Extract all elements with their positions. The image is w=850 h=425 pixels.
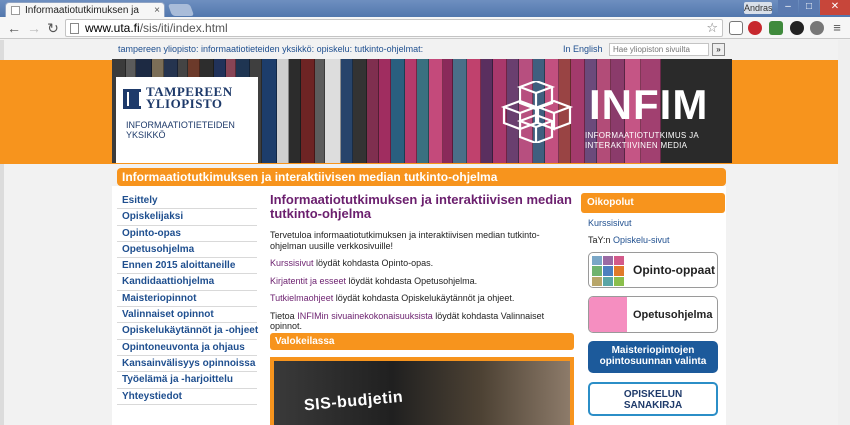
program-title-bar: Informaatiotutkimuksen ja interaktiivise… <box>117 168 726 186</box>
nav-item-opintoneuvonta[interactable]: Opintoneuvonta ja ohjaus <box>117 340 257 356</box>
sivuaine-link[interactable]: INFIMin sivuainekokonaisuuksista <box>297 311 433 321</box>
nav-item-opinto-opas[interactable]: Opinto-opas <box>117 226 257 242</box>
info-kurssisivut: Kurssisivut löydät kohdasta Opinto-opas. <box>270 258 434 268</box>
spotlight-header: Valokeilassa <box>270 333 574 350</box>
nav-item-yhteystiedot[interactable]: Yhteystiedot <box>117 389 257 405</box>
program-title: Informaatiotutkimuksen ja interaktiivise… <box>122 170 498 184</box>
site-search-input[interactable] <box>609 43 709 56</box>
shortcuts-title: Oikopolut <box>587 197 634 208</box>
spotlight-image-frame[interactable]: SIS-budjetin <box>270 357 574 425</box>
info-sivuaine: Tietoa INFIMin sivuainekokonaisuuksista … <box>270 310 545 332</box>
maisteri-label-1: Maisteriopintojen <box>611 345 695 356</box>
menu-icon[interactable]: ≡ <box>829 20 845 36</box>
nav-item-kansainvalisyys[interactable]: Kansainvälisyys opinnoissa <box>117 356 257 373</box>
close-icon[interactable]: × <box>150 5 164 16</box>
url-path: /sis/iti/index.html <box>139 21 228 35</box>
maximize-button[interactable]: □ <box>799 0 819 15</box>
pink-block-icon <box>589 297 627 332</box>
new-tab-button[interactable] <box>167 4 195 16</box>
page-icon <box>11 5 20 15</box>
university-name: TAMPEREEN YLIOPISTO <box>146 84 233 111</box>
university-logo[interactable]: TAMPEREEN YLIOPISTO INFORMAATIOTIETEIDEN… <box>116 77 258 163</box>
info-kirjatentit: Kirjatentit ja esseet löydät kohdasta Op… <box>270 275 478 286</box>
info-tutkielma: Tutkielmaohjeet löydät kohdasta Opiskelu… <box>270 293 515 303</box>
extension-grey-icon[interactable] <box>810 21 824 35</box>
browser-toolbar: ← → ↻ www.uta.fi/sis/iti/index.html ☆ ≡ <box>0 17 850 39</box>
maisteriopinnot-button[interactable]: Maisteriopintojen opintosuunnan valinta <box>588 341 718 373</box>
shortcuts-header: Oikopolut <box>581 193 725 213</box>
back-button[interactable]: ← <box>6 20 22 36</box>
window-close-button[interactable]: ✕ <box>820 0 850 15</box>
opinto-oppaat-label: Opinto-oppaat <box>633 263 715 277</box>
address-bar[interactable]: www.uta.fi/sis/iti/index.html ☆ <box>65 19 723 37</box>
spotlight-title: Valokeilassa <box>275 336 335 347</box>
photo-caption-text: SIS-budjetin <box>303 388 404 415</box>
main-content: Informaatiotutkimuksen ja interaktiivise… <box>270 193 575 339</box>
url-host: www.uta.fi <box>85 21 140 35</box>
page-title: Informaatiotutkimuksen ja interaktiivise… <box>270 192 572 221</box>
sanakirja-button[interactable]: OPISKELUN SANAKIRJA <box>588 382 718 416</box>
intro-text: Tervetuloa informaatiotutkimuksen ja int… <box>270 230 540 251</box>
unit-name: INFORMAATIOTIETEIDEN YKSIKKÖ <box>126 120 235 140</box>
window-titlebar: Informaatiotutkimuksen ja × Andras – □ ✕ <box>0 0 850 17</box>
nav-item-opiskelukaytannot[interactable]: Opiskelukäytännöt ja -ohjeet <box>117 323 258 340</box>
infim-wordmark: INFIM <box>589 81 709 128</box>
browser-tab[interactable]: Informaatiotutkimuksen ja × <box>5 2 165 17</box>
forward-button[interactable]: → <box>26 20 42 36</box>
profile-badge[interactable]: Andras <box>744 2 773 14</box>
sanakirja-label-1: OPISKELUN <box>623 389 683 400</box>
search-submit-button[interactable]: » <box>712 43 725 56</box>
kirjatentit-link[interactable]: Kirjatentit ja esseet <box>270 276 346 286</box>
opetusohjelma-button[interactable]: Opetusohjelma <box>588 296 718 333</box>
nav-item-valinnaiset[interactable]: Valinnaiset opinnot <box>117 307 257 324</box>
nav-item-kandidaattiohjelma[interactable]: Kandidaattiohjelma <box>117 274 257 291</box>
minimize-button[interactable]: – <box>778 0 798 15</box>
nav-item-tyoelama[interactable]: Työelämä ja -harjoittelu <box>117 372 257 389</box>
shortcut-kurssisivut-link[interactable]: Kurssisivut <box>588 218 632 228</box>
opiskelu-sivut-link[interactable]: Opiskelu-sivut <box>613 235 670 245</box>
nav-item-ennen-2015[interactable]: Ennen 2015 aloittaneille <box>117 258 257 275</box>
sanakirja-label-2: SANAKIRJA <box>623 400 683 411</box>
maisteri-label-2: opintosuunnan valinta <box>599 356 707 367</box>
reload-button[interactable]: ↻ <box>45 20 61 36</box>
spotlight-photo[interactable]: SIS-budjetin <box>274 361 570 425</box>
color-grid-icon <box>592 256 625 286</box>
scrollbar[interactable] <box>838 40 850 425</box>
bookmark-star-icon[interactable]: ☆ <box>706 20 718 36</box>
top-strip: tampereen yliopisto: informaatiotieteide… <box>112 43 726 58</box>
shortcut-opiskelu: TaY:n Opiskelu-sivut <box>588 235 670 245</box>
nav-item-maisteriopinnot[interactable]: Maisteriopinnot <box>117 291 257 308</box>
nav-item-opetusohjelma[interactable]: Opetusohjelma <box>117 242 257 259</box>
breadcrumb[interactable]: tampereen yliopisto: informaatiotieteide… <box>118 44 423 54</box>
infim-cubes-logo-icon <box>500 81 574 143</box>
page-icon <box>70 22 79 34</box>
tab-title: Informaatiotutkimuksen ja <box>25 4 139 16</box>
left-navigation: Esittely Opiskelijaksi Opinto-opas Opetu… <box>117 193 258 405</box>
extension-dark-icon[interactable] <box>790 21 804 35</box>
cast-icon[interactable] <box>729 21 743 35</box>
opetusohjelma-label: Opetusohjelma <box>633 309 713 321</box>
opinto-oppaat-button[interactable]: Opinto-oppaat <box>588 252 718 288</box>
kurssisivut-link[interactable]: Kurssisivut <box>270 258 314 268</box>
adblock-icon[interactable] <box>748 21 762 35</box>
extension-icon[interactable] <box>769 21 783 35</box>
header-banner: TAMPEREEN YLIOPISTO INFORMAATIOTIETEIDEN… <box>112 59 732 163</box>
language-link[interactable]: In English <box>563 44 603 54</box>
university-emblem-icon <box>123 89 141 109</box>
nav-item-opiskelijaksi[interactable]: Opiskelijaksi <box>117 209 257 226</box>
tutkielmaohjeet-link[interactable]: Tutkielmaohjeet <box>270 293 333 303</box>
nav-item-esittely[interactable]: Esittely <box>117 193 257 210</box>
infim-subtitle: INFORMAATIOTUTKIMUS JA INTERAKTIIVINEN M… <box>585 131 700 150</box>
